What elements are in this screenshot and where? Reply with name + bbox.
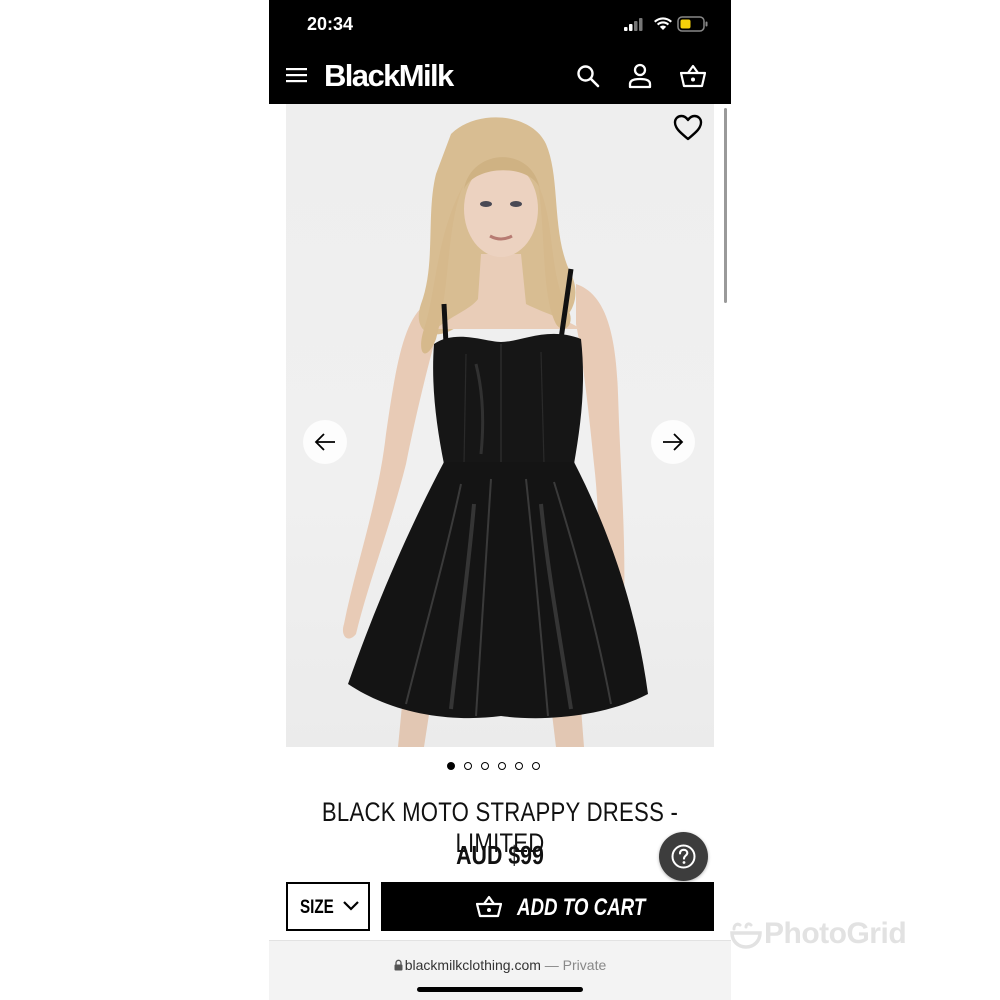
product-image[interactable] [286, 104, 714, 747]
carousel-dot-5[interactable] [515, 762, 523, 770]
phone-screen: 20:34 BlackMilk BLACK MOTO STRAPPY DRESS… [269, 0, 731, 1000]
basket-icon [476, 895, 502, 918]
carousel-dot-4[interactable] [498, 762, 506, 770]
arrow-right-icon [663, 433, 684, 451]
carousel-dot-1[interactable] [447, 762, 455, 770]
wifi-icon [654, 17, 672, 30]
signal-icon [624, 18, 643, 31]
photogrid-logo-icon [730, 922, 762, 949]
status-bar: 20:34 [269, 0, 731, 49]
basket-icon[interactable] [680, 64, 706, 88]
menu-icon[interactable] [286, 66, 308, 84]
add-to-cart-button[interactable]: ADD TO CART [381, 882, 714, 931]
lock-icon [394, 959, 403, 971]
status-time: 20:34 [307, 14, 354, 34]
carousel-dots [447, 762, 540, 774]
battery-icon [677, 16, 708, 32]
watermark-text: PhotoGrid [764, 917, 907, 950]
next-image-button[interactable] [651, 420, 695, 464]
brand-logo[interactable]: BlackMilk [324, 58, 454, 94]
size-label: SIZE [300, 897, 334, 918]
site-header: BlackMilk [269, 49, 731, 104]
help-icon [671, 844, 696, 869]
add-to-cart-label: ADD TO CART [517, 894, 646, 921]
size-select[interactable]: SIZE [286, 882, 370, 931]
url-domain: blackmilkclothing.com [404, 957, 541, 973]
carousel-dot-6[interactable] [532, 762, 540, 770]
search-icon[interactable] [576, 64, 600, 88]
product-price: AUD $99 [456, 840, 544, 870]
scroll-indicator[interactable] [724, 108, 727, 303]
account-icon[interactable] [628, 63, 652, 89]
previous-image-button[interactable] [303, 420, 347, 464]
heart-icon[interactable] [673, 114, 703, 142]
help-button[interactable] [659, 832, 708, 881]
url-privacy: — Private [540, 957, 607, 973]
browser-url-bar[interactable]: blackmilkclothing.com — Private [269, 940, 731, 1000]
watermark: PhotoGrid [730, 914, 907, 954]
carousel-dot-2[interactable] [464, 762, 472, 770]
carousel-dot-3[interactable] [481, 762, 489, 770]
home-indicator[interactable] [417, 987, 583, 992]
url-text[interactable]: blackmilkclothing.com — Private [269, 957, 731, 973]
product-photo [342, 117, 648, 747]
arrow-left-icon [314, 433, 335, 451]
chevron-down-icon [343, 901, 359, 911]
